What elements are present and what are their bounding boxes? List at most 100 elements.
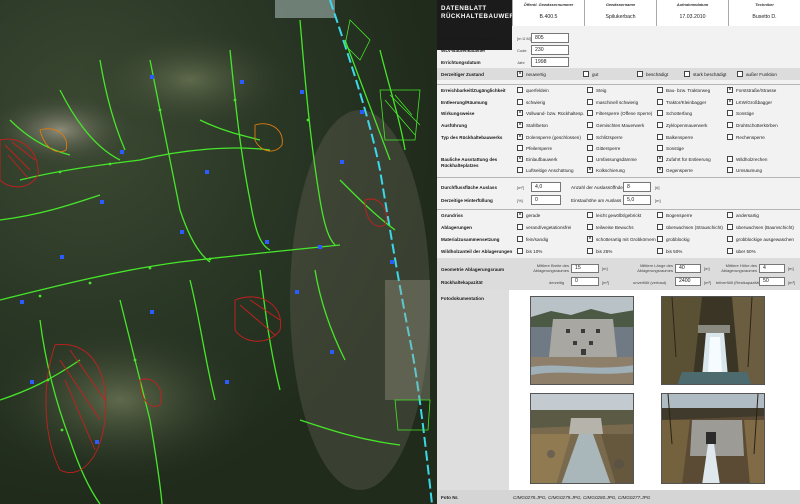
checkbox[interactable] <box>727 87 733 93</box>
checkbox[interactable] <box>583 71 589 77</box>
checkbox[interactable] <box>727 224 733 230</box>
einstau-field[interactable]: 5,0 <box>623 195 651 205</box>
checkbox[interactable] <box>587 145 593 151</box>
checkbox[interactable] <box>657 122 663 128</box>
checkbox[interactable] <box>517 248 523 254</box>
foto-nr-label: Foto Nr. <box>441 495 459 500</box>
checkbox[interactable] <box>517 87 523 93</box>
verfuellt-field[interactable]: 50 <box>759 277 785 286</box>
photo-3-image <box>531 394 633 483</box>
checkbox[interactable] <box>517 167 523 173</box>
checkbox[interactable] <box>517 236 523 242</box>
errichtung-label: Errichtungsdatum <box>441 60 481 65</box>
unverfuellt-field[interactable]: 2400 <box>675 277 701 286</box>
checkbox[interactable] <box>657 236 663 242</box>
hoehenlage-label: Höhenlage des Bauwerks <box>441 36 497 41</box>
checkbox-label: leicht gewölbt/gebrickt <box>596 213 642 218</box>
title-line-2: RÜCKHALTEBAUWERK <box>441 13 520 20</box>
checkbox-label: gerade <box>526 213 541 218</box>
checkbox[interactable] <box>637 71 643 77</box>
checkbox[interactable] <box>727 110 733 116</box>
checkbox[interactable] <box>517 145 523 151</box>
checkbox[interactable] <box>587 236 593 242</box>
divider <box>437 177 800 178</box>
row-label: Bauliche Ausstattung des Rückhalteplatze… <box>441 157 498 168</box>
checkbox-label: Schotterfang <box>666 111 693 116</box>
checkbox[interactable] <box>587 224 593 230</box>
checkbox[interactable] <box>657 99 663 105</box>
checkbox[interactable] <box>587 248 593 254</box>
checkbox[interactable] <box>587 110 593 116</box>
checkbox[interactable] <box>517 134 523 140</box>
map-view[interactable] <box>0 0 437 504</box>
photo-2-waterfall[interactable] <box>661 296 765 385</box>
row-label: Ausführung <box>441 123 468 128</box>
wlv-field[interactable]: 230 <box>531 45 569 55</box>
checkbox[interactable] <box>727 134 733 140</box>
terrain-valley <box>0 320 260 480</box>
checkbox-label: Balkensperre <box>666 135 694 140</box>
checkbox[interactable] <box>517 71 523 77</box>
checkbox-label: Schlitzsperre <box>596 135 623 140</box>
checkbox[interactable] <box>517 99 523 105</box>
checkbox[interactable] <box>657 224 663 230</box>
checkbox[interactable] <box>737 71 743 77</box>
checkbox[interactable] <box>587 167 593 173</box>
checkbox[interactable] <box>727 167 733 173</box>
checkbox-label: Forststraße/Strasse <box>736 88 777 93</box>
errichtung-field[interactable]: 1998 <box>531 57 569 67</box>
checkbox-label: grobblockige ausgewaschen <box>736 237 794 242</box>
checkbox-label: Gemischtes Mauerwerk <box>596 123 645 128</box>
checkbox[interactable] <box>587 212 593 218</box>
checkbox[interactable] <box>727 248 733 254</box>
checkbox[interactable] <box>657 167 663 173</box>
checkbox-label: Dolensperre (geschlossen) <box>526 135 581 140</box>
checkbox[interactable] <box>587 134 593 140</box>
photo-4-outlet[interactable] <box>661 393 765 484</box>
header-label: Gewässername <box>605 2 636 7</box>
laenge-field[interactable]: 40 <box>675 264 701 273</box>
checkbox[interactable] <box>587 99 593 105</box>
checkbox[interactable] <box>657 248 663 254</box>
photo-3-channel[interactable] <box>530 393 634 484</box>
checkbox[interactable] <box>517 212 523 218</box>
einstau-unit: [m] <box>655 198 661 203</box>
durchfluss-label: Durchflussfläche Auslass <box>441 185 497 190</box>
checkbox[interactable] <box>657 134 663 140</box>
checkbox-label: neuwertig <box>526 72 546 77</box>
checkbox[interactable] <box>684 71 690 77</box>
checkbox[interactable] <box>727 212 733 218</box>
hinterfuellung-field[interactable]: 0 <box>531 195 561 205</box>
anzahl-field[interactable]: 8 <box>623 182 651 192</box>
checkbox[interactable] <box>517 110 523 116</box>
header-column-aufnahmedatum: Aufnahmedatum 17.03.2010 <box>656 0 728 26</box>
checkbox[interactable] <box>587 156 593 162</box>
breite-field[interactable]: 15 <box>571 264 599 273</box>
checkbox[interactable] <box>587 87 593 93</box>
row-label: Entleerung/Räumung <box>441 100 488 105</box>
checkbox[interactable] <box>727 236 733 242</box>
checkbox[interactable] <box>517 156 523 162</box>
checkbox[interactable] <box>727 156 733 162</box>
derzeitig-field[interactable]: 0 <box>571 277 599 286</box>
checkbox[interactable] <box>657 212 663 218</box>
checkbox[interactable] <box>517 224 523 230</box>
hoehenlage-field[interactable]: 805 <box>531 33 569 43</box>
checkbox[interactable] <box>657 145 663 151</box>
laenge-label: Mittlere Länge des Ablagerungsraumes <box>637 263 673 273</box>
checkbox[interactable] <box>657 110 663 116</box>
hoehe-field[interactable]: 4 <box>759 264 785 273</box>
photo-1-dam-front[interactable] <box>530 296 634 385</box>
row-label: Ablagerungen <box>441 225 472 230</box>
checkbox-label: bis 10% <box>526 249 543 254</box>
checkbox[interactable] <box>587 122 593 128</box>
checkbox[interactable] <box>517 122 523 128</box>
checkbox-label: maschinell schwierig <box>596 100 639 105</box>
checkbox[interactable] <box>657 87 663 93</box>
checkbox[interactable] <box>727 122 733 128</box>
foto-nr-value: CIMG0278.JPG, CIMG0279.JPG, CIMG0280.JPG… <box>513 495 651 500</box>
checkbox[interactable] <box>727 99 733 105</box>
durchfluss-field[interactable]: 4,0 <box>531 182 561 192</box>
checkbox-label: gut <box>592 72 599 77</box>
checkbox[interactable] <box>657 156 663 162</box>
